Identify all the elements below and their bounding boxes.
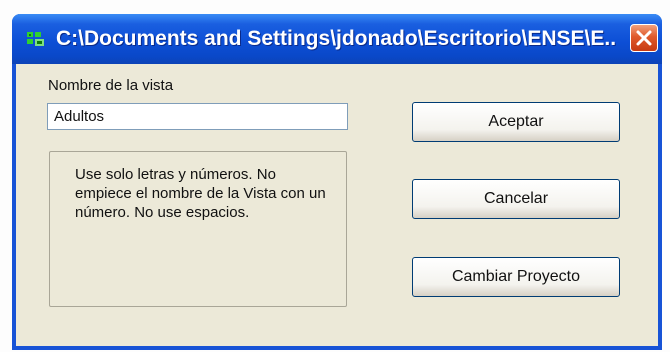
view-name-label: Nombre de la vista: [48, 77, 174, 94]
naming-rules-text: Use solo letras y números. No empiece el…: [75, 166, 326, 221]
close-icon: [636, 30, 652, 46]
close-button[interactable]: [630, 24, 658, 52]
change-project-button[interactable]: Cambiar Proyecto: [412, 257, 620, 297]
accept-button[interactable]: Aceptar: [412, 102, 620, 142]
window-title: C:\Documents and Settings\jdonado\Escrit…: [56, 27, 616, 50]
app-icon: [27, 32, 44, 46]
title-bar[interactable]: C:\Documents and Settings\jdonado\Escrit…: [12, 14, 662, 64]
info-groupbox: Use solo letras y números. No empiece el…: [49, 151, 347, 307]
view-name-input[interactable]: [47, 103, 348, 130]
cancel-button[interactable]: Cancelar: [412, 179, 620, 219]
